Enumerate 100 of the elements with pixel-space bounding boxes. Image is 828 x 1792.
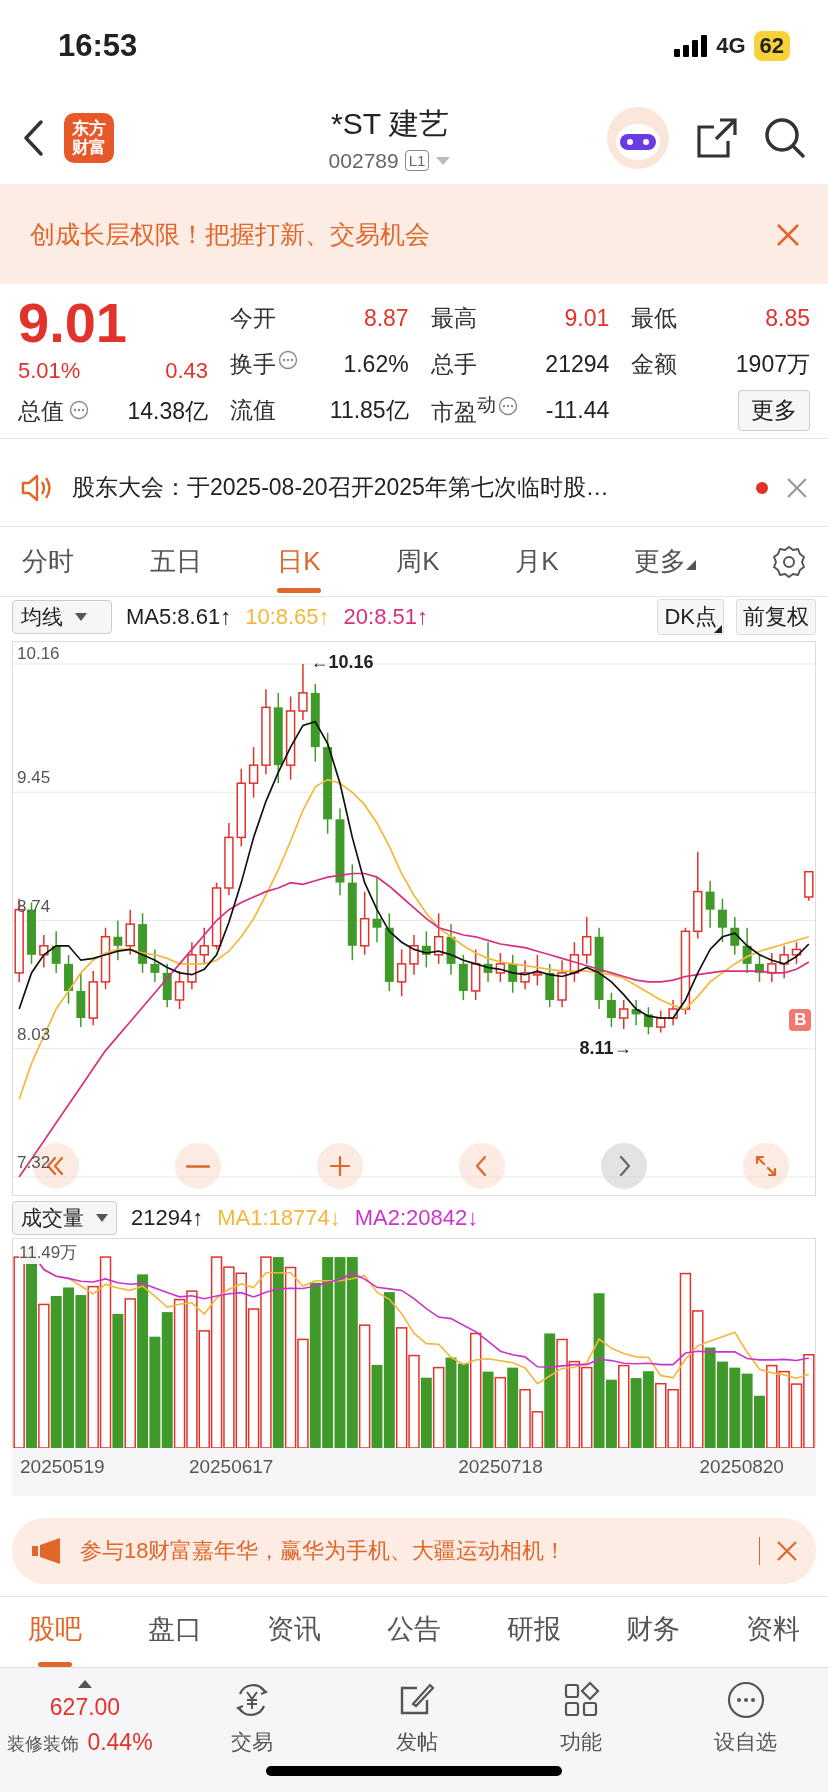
section-tab[interactable]: 资料 bbox=[739, 1605, 806, 1667]
notice-text[interactable]: 股东大会：于2025-08-20召开2025年第七次临时股… bbox=[72, 472, 738, 503]
indicator-dropdown[interactable]: 成交量 bbox=[12, 1201, 117, 1235]
robot-avatar-icon[interactable] bbox=[606, 106, 670, 170]
more-menu-tab[interactable]: 更多 bbox=[634, 530, 697, 593]
more-icon bbox=[725, 1680, 766, 1720]
indicator-value: MA5:8.61↑ bbox=[126, 604, 232, 630]
buy-signal-badge: B bbox=[789, 1009, 812, 1031]
toolbar-button[interactable]: 设自选 bbox=[663, 1680, 828, 1756]
date-label: 20250820 bbox=[699, 1456, 784, 1478]
stat-value: 1.62% bbox=[343, 350, 409, 378]
candlestick bbox=[199, 926, 209, 965]
period-tab[interactable]: 周K bbox=[396, 530, 440, 593]
stat-value: 8.85 bbox=[765, 304, 810, 332]
search-icon[interactable] bbox=[764, 117, 806, 159]
section-tab[interactable]: 研报 bbox=[500, 1605, 567, 1667]
stat-label: 总值 bbox=[18, 397, 64, 426]
close-icon[interactable] bbox=[776, 222, 800, 247]
logo-text: 东方 bbox=[72, 119, 106, 138]
indicator-value: MA1:18774↓ bbox=[217, 1205, 341, 1231]
dropdown-caret-icon[interactable] bbox=[435, 155, 452, 166]
date-label: 20250617 bbox=[188, 1456, 274, 1478]
section-tab[interactable]: 公告 bbox=[380, 1605, 447, 1667]
change-amount: 0.43 bbox=[165, 358, 208, 384]
corner-triangle-icon bbox=[686, 560, 697, 570]
close-icon[interactable] bbox=[786, 476, 808, 499]
toolbar-button[interactable]: 交易 bbox=[170, 1680, 335, 1756]
candlestick bbox=[582, 916, 592, 965]
chart-control-button[interactable] bbox=[743, 1143, 789, 1189]
speaker-icon bbox=[20, 472, 54, 503]
candlestick bbox=[767, 952, 777, 983]
settings-icon[interactable] bbox=[771, 544, 806, 579]
dropdown-caret-icon bbox=[75, 613, 87, 621]
stat-label: 总手 bbox=[430, 349, 477, 379]
toolbar-button[interactable]: 发帖 bbox=[334, 1680, 499, 1756]
candlestick bbox=[113, 919, 123, 961]
dk-menu-button[interactable]: DK点 bbox=[657, 599, 724, 635]
period-tab[interactable]: 分时 bbox=[22, 530, 74, 593]
section-tab[interactable]: 盘口 bbox=[141, 1605, 208, 1667]
indicator-value: 10:8.65↑ bbox=[245, 604, 330, 630]
chart-control-button[interactable] bbox=[175, 1143, 221, 1189]
axis-label: 10.16 bbox=[17, 644, 60, 664]
stat-value: 11.85亿 bbox=[329, 395, 409, 425]
stock-name: *ST 建艺 bbox=[331, 105, 449, 142]
chart-control-button[interactable] bbox=[317, 1143, 363, 1189]
close-icon[interactable] bbox=[776, 1540, 798, 1562]
stat-value: 1907万 bbox=[735, 349, 810, 379]
clock: 16:53 bbox=[58, 28, 138, 64]
plus-icon bbox=[328, 1154, 352, 1178]
level-badge: L1 bbox=[404, 150, 430, 171]
candlestick bbox=[779, 945, 789, 980]
section-tab[interactable]: 资讯 bbox=[261, 1605, 328, 1667]
info-icon[interactable] bbox=[278, 350, 298, 370]
stat-label: 市盈$^{动}$ bbox=[430, 393, 496, 427]
signal-icon bbox=[674, 35, 709, 57]
candlestick bbox=[125, 908, 135, 956]
corner-triangle-icon bbox=[714, 625, 722, 633]
share-icon[interactable] bbox=[696, 117, 738, 159]
info-icon[interactable] bbox=[69, 400, 89, 420]
candlestick bbox=[39, 934, 49, 969]
indicator-dropdown[interactable]: 均线 bbox=[12, 600, 112, 634]
period-tab[interactable]: 月K bbox=[515, 530, 559, 593]
candlestick bbox=[643, 1006, 653, 1036]
candlestick bbox=[409, 934, 419, 976]
minus-icon bbox=[186, 1163, 210, 1169]
period-tab[interactable]: 五日 bbox=[149, 530, 202, 593]
dropdown-caret-icon bbox=[96, 1214, 108, 1222]
indicator-value: 21294↑ bbox=[131, 1205, 204, 1231]
candlestick bbox=[298, 663, 308, 721]
logo-text: 财富 bbox=[72, 138, 106, 157]
stat-label: 最低 bbox=[631, 303, 678, 333]
indicator-value: 20:8.51↑ bbox=[343, 604, 428, 630]
battery-level: 62 bbox=[753, 31, 790, 61]
stat-label: 流值 bbox=[230, 395, 276, 425]
chart-control-button[interactable] bbox=[459, 1143, 505, 1189]
section-tab[interactable]: 财务 bbox=[620, 1605, 687, 1667]
candlestick bbox=[433, 912, 444, 965]
stat-value: -11.44 bbox=[545, 396, 610, 424]
expand-icon bbox=[754, 1154, 778, 1178]
index-value[interactable]: 627.00 bbox=[49, 1694, 121, 1721]
candlestick bbox=[705, 880, 715, 929]
low-price-marker: 8.11→ bbox=[579, 1038, 632, 1060]
index-change: 0.44% bbox=[87, 1729, 153, 1756]
stat-label: 换手 bbox=[230, 349, 276, 379]
index-name[interactable]: 装修装饰 bbox=[7, 1732, 80, 1756]
back-icon[interactable] bbox=[22, 119, 44, 157]
stat-label: 今开 bbox=[230, 303, 276, 333]
candlestick bbox=[532, 954, 543, 987]
date-label: 20250718 bbox=[458, 1456, 543, 1478]
candlestick bbox=[717, 898, 727, 943]
adjust-button[interactable]: 前复权 bbox=[736, 599, 816, 635]
candlestick bbox=[396, 948, 407, 998]
more-button[interactable]: 更多 bbox=[738, 389, 810, 431]
info-icon[interactable] bbox=[497, 396, 518, 416]
up-arrow-icon bbox=[78, 1680, 92, 1688]
stock-code: 002789 bbox=[328, 148, 399, 173]
axis-label: 9.45 bbox=[17, 768, 51, 789]
stat-label: 金额 bbox=[631, 349, 678, 379]
indicator-value: MA2:20842↓ bbox=[354, 1205, 479, 1231]
toolbar-button[interactable]: 功能 bbox=[499, 1680, 664, 1756]
